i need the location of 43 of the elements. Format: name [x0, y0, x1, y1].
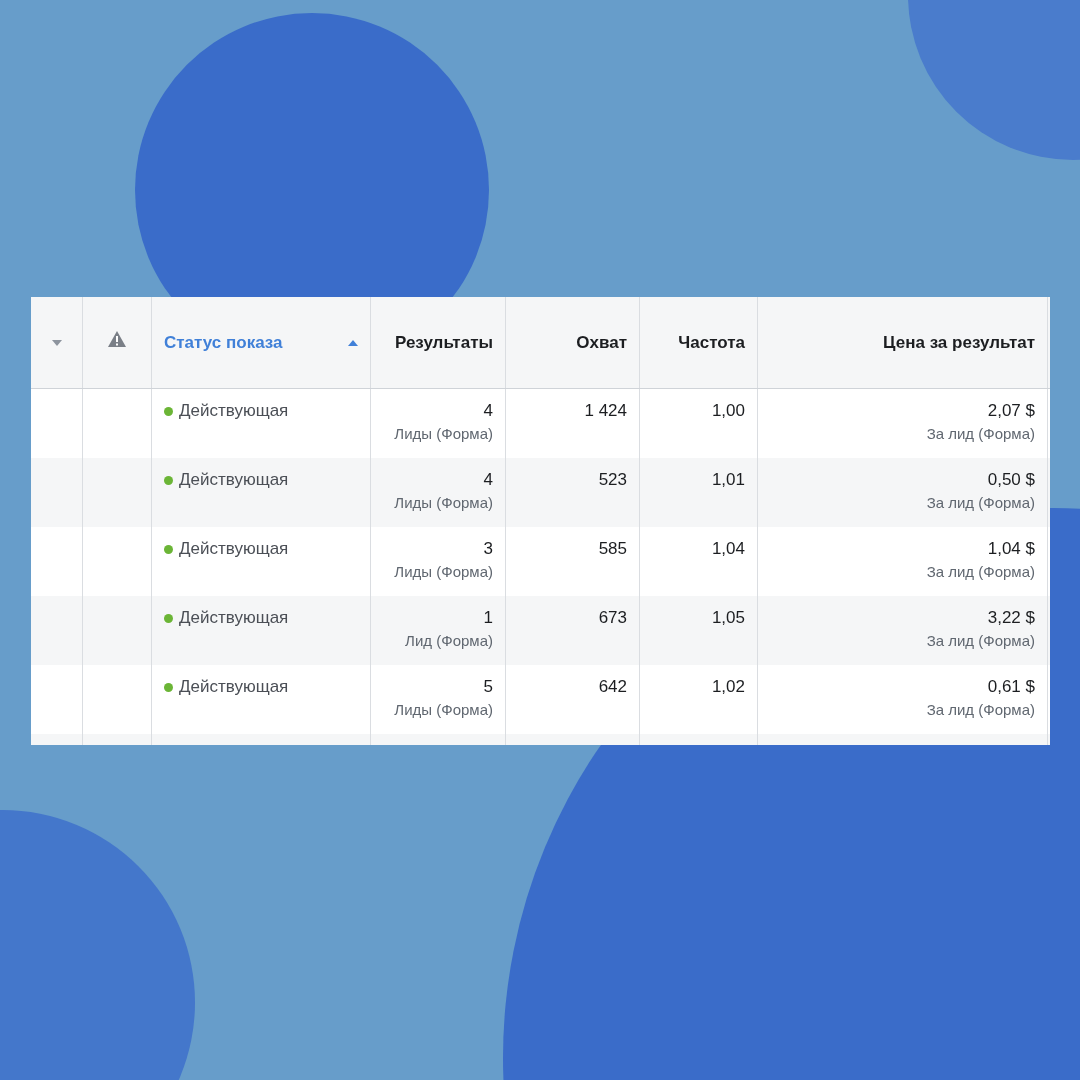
results-value: 5: [483, 677, 493, 697]
status-text: Действующая: [179, 608, 289, 628]
cost-value: 1,04 $: [987, 539, 1035, 559]
frequency-value: 1,01: [711, 470, 745, 490]
results-unit: Лиды (Форма): [394, 563, 493, 581]
reach-value: 642: [598, 677, 627, 697]
status-text: Действующая: [179, 401, 289, 421]
cost-value: 0,61 $: [987, 677, 1035, 697]
results-value: 3: [483, 539, 493, 559]
cost-unit: За лид (Форма): [926, 563, 1035, 581]
frequency-value: 1,00: [711, 401, 745, 421]
column-header[interactable]: Частота: [678, 329, 745, 356]
caret-icon[interactable]: [51, 339, 62, 346]
cost-unit: За лид (Форма): [926, 494, 1035, 512]
status-text: Действующая: [179, 470, 289, 490]
column-header[interactable]: Статус показа: [164, 329, 358, 356]
results-unit: Лид (Форма): [405, 632, 493, 650]
results-value: 4: [483, 401, 493, 421]
cost-value: 0,50 $: [987, 470, 1035, 490]
column-header[interactable]: Охват: [576, 329, 627, 356]
cost-unit: За лид (Форма): [926, 701, 1035, 719]
frequency-value: 1,04: [711, 539, 745, 559]
sort-ascending-icon: [348, 339, 358, 346]
reach-value: 523: [598, 470, 627, 490]
results-unit: Лиды (Форма): [394, 494, 493, 512]
results-value: 1: [483, 608, 493, 628]
warning-icon: [108, 330, 126, 347]
cost-value: 2,07 $: [987, 401, 1035, 421]
reach-value: 585: [598, 539, 627, 559]
results-unit: Лиды (Форма): [394, 701, 493, 719]
results-unit: Лиды (Форма): [394, 425, 493, 443]
reach-value: 1 424: [584, 401, 627, 421]
column-header[interactable]: Цена за результат: [883, 329, 1035, 356]
frequency-value: 1,05: [711, 608, 745, 628]
cost-value: 3,22 $: [987, 608, 1035, 628]
reach-value: 673: [598, 608, 627, 628]
cost-unit: За лид (Форма): [926, 425, 1035, 443]
status-text: Действующая: [179, 539, 289, 559]
cost-unit: За лид (Форма): [926, 632, 1035, 650]
frequency-value: 1,02: [711, 677, 745, 697]
column-header[interactable]: Результаты: [395, 329, 493, 356]
status-text: Действующая: [179, 677, 289, 697]
results-value: 4: [483, 470, 493, 490]
